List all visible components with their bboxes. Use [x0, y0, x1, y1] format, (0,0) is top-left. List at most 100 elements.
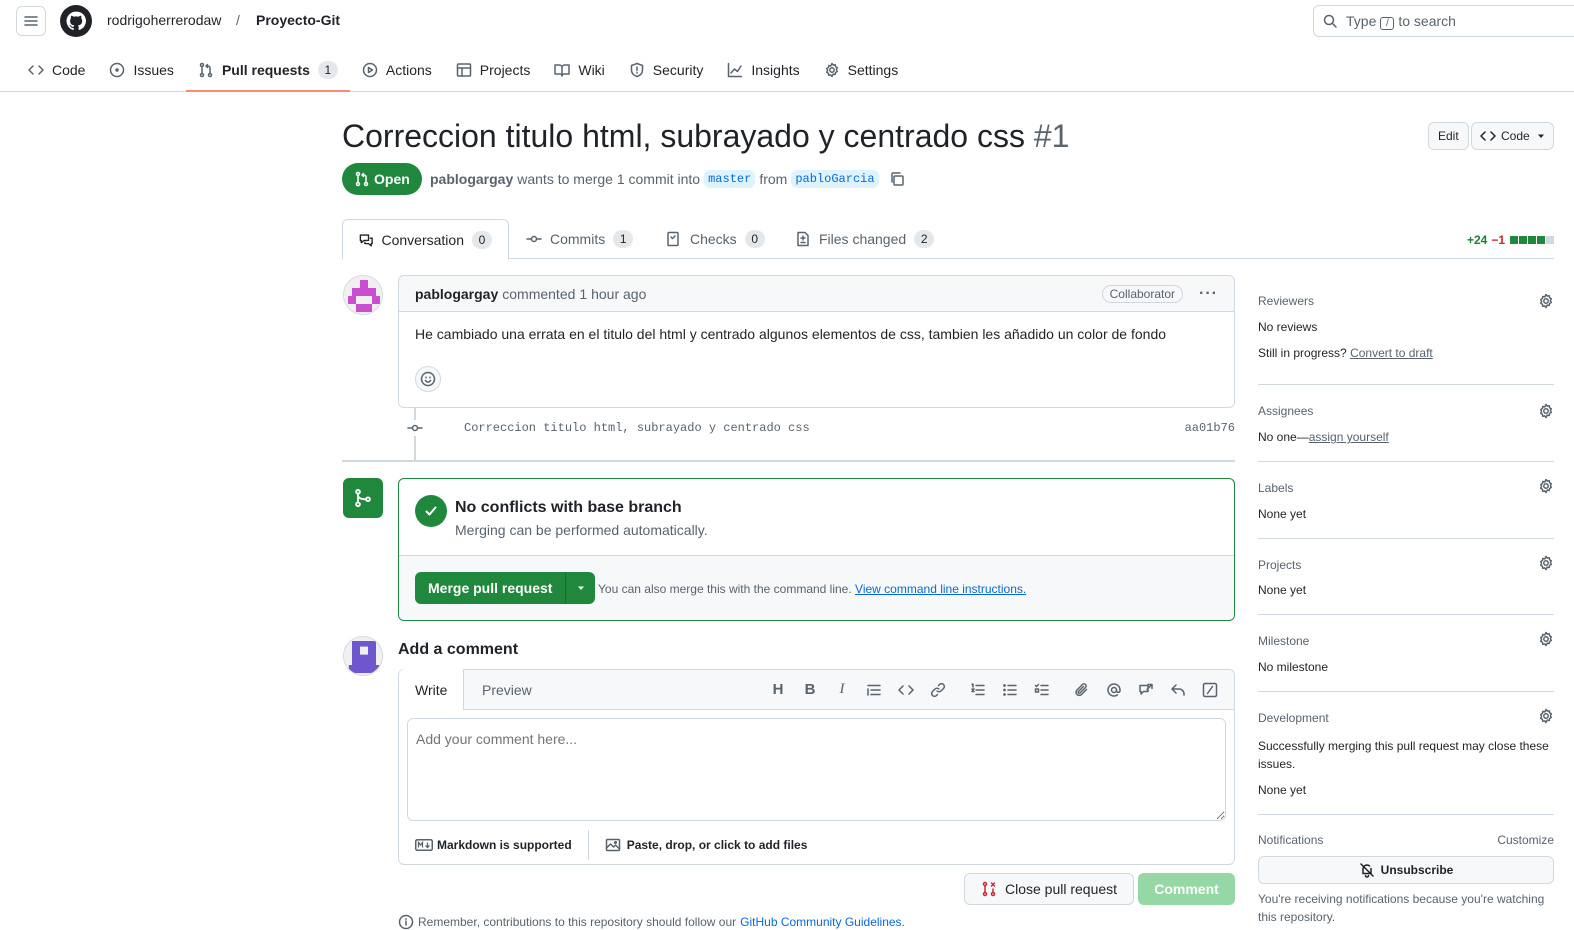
head-branch[interactable]: pabloGarcia: [791, 170, 879, 188]
merge-box: No conflicts with base branch Merging ca…: [398, 478, 1235, 621]
tab-preview[interactable]: Preview: [466, 670, 548, 710]
tab-wiki[interactable]: Wiki: [542, 53, 616, 87]
tab-conversation[interactable]: Conversation 0: [342, 219, 509, 260]
gear-icon[interactable]: [1538, 708, 1554, 724]
assignees-title[interactable]: Assignees: [1258, 404, 1313, 418]
kebab-menu-icon[interactable]: ···: [1199, 285, 1218, 303]
play-icon: [362, 62, 378, 78]
repo-name-link[interactable]: Proyecto-Git: [256, 12, 340, 28]
code-icon[interactable]: [890, 682, 922, 698]
ordered-list-icon[interactable]: [962, 682, 994, 698]
copy-icon[interactable]: [889, 171, 905, 187]
conversation-count: 0: [472, 230, 492, 249]
code-dropdown-button[interactable]: Code: [1471, 122, 1554, 150]
tab-security[interactable]: Security: [617, 53, 716, 87]
commit-sha-link[interactable]: aa01b76: [1185, 421, 1235, 435]
gear-icon[interactable]: [1538, 403, 1554, 419]
merge-options-button[interactable]: [566, 572, 595, 604]
search-placeholder: Type / to search: [1346, 12, 1456, 30]
close-pull-request-button[interactable]: Close pull request: [964, 873, 1134, 905]
diffstat: +24 −1: [1467, 233, 1554, 247]
tab-insights[interactable]: Insights: [715, 53, 811, 87]
repo-owner-link[interactable]: rodrigoherrerodaw: [107, 12, 221, 28]
paperclip-icon[interactable]: [1066, 682, 1098, 698]
tab-projects[interactable]: Projects: [444, 53, 543, 87]
comment-author-link[interactable]: pablogargay: [415, 286, 498, 302]
add-reaction-button[interactable]: [415, 366, 441, 392]
check-circle-icon: [415, 495, 447, 527]
labels-title[interactable]: Labels: [1258, 481, 1293, 495]
pr-meta: pablogargay wants to merge 1 commit into…: [430, 170, 905, 188]
tab-settings[interactable]: Settings: [812, 53, 911, 87]
unsubscribe-label: Unsubscribe: [1380, 863, 1454, 877]
italic-icon[interactable]: I: [826, 681, 858, 698]
markdown-note: Markdown is supported: [437, 838, 572, 852]
merge-pull-request-button[interactable]: Merge pull request: [415, 572, 567, 604]
author-avatar[interactable]: [343, 275, 383, 315]
customize-notifications-link[interactable]: Customize: [1497, 833, 1554, 847]
tab-issues[interactable]: Issues: [97, 53, 185, 87]
quote-icon[interactable]: [858, 682, 890, 698]
tab-commits[interactable]: Commits 1: [510, 219, 649, 259]
repo-nav: Code Issues Pull requests 1 Actions Proj…: [16, 52, 910, 92]
cross-reference-icon[interactable]: [1130, 682, 1162, 698]
tab-checks[interactable]: Checks 0: [650, 219, 781, 259]
menu-button[interactable]: [16, 6, 46, 36]
image-icon: [605, 838, 620, 852]
current-user-avatar[interactable]: [343, 636, 383, 676]
convert-to-draft-link[interactable]: Convert to draft: [1350, 346, 1433, 360]
heading-icon[interactable]: H: [762, 681, 794, 698]
merge-status: No conflicts with base branch Merging ca…: [399, 479, 1234, 556]
tab-write[interactable]: Write: [399, 669, 465, 710]
pr-number: #1: [1033, 118, 1070, 154]
merge-subtext: Merging can be performed automatically.: [455, 522, 708, 538]
table-icon: [456, 63, 472, 77]
gear-icon[interactable]: [1538, 478, 1554, 494]
base-branch[interactable]: master: [704, 170, 756, 188]
commit-message-link[interactable]: Correccion titulo html, subrayado y cent…: [464, 421, 810, 435]
projects-title[interactable]: Projects: [1258, 558, 1301, 572]
pr-state-badge: Open: [342, 163, 422, 195]
search-input[interactable]: Type / to search: [1313, 5, 1574, 37]
attach-files-button[interactable]: Paste, drop, or click to add files: [605, 837, 807, 853]
gear-icon[interactable]: [1538, 293, 1554, 309]
milestone-title[interactable]: Milestone: [1258, 634, 1309, 648]
gear-icon[interactable]: [1538, 555, 1554, 571]
comment-submit-button[interactable]: Comment: [1138, 873, 1235, 905]
community-guidelines-link[interactable]: GitHub Community Guidelines.: [740, 915, 905, 929]
repo-header: rodrigoherrerodaw / Proyecto-Git Type / to…: [0, 0, 1574, 92]
comment-body: He cambiado una errata en el titulo del …: [415, 326, 1167, 342]
unordered-list-icon[interactable]: [994, 682, 1026, 698]
tab-actions[interactable]: Actions: [350, 53, 444, 87]
pr-author-link[interactable]: pablogargay: [430, 171, 513, 187]
tab-files-changed[interactable]: Files changed 2: [779, 219, 950, 259]
pull-request-icon: [199, 62, 213, 78]
mention-icon[interactable]: [1098, 682, 1130, 698]
bold-icon[interactable]: B: [794, 681, 826, 698]
gear-icon[interactable]: [1538, 631, 1554, 647]
assign-yourself-link[interactable]: assign yourself: [1309, 430, 1389, 444]
task-list-icon[interactable]: [1026, 682, 1058, 698]
command-line-instructions-link[interactable]: View command line instructions.: [855, 582, 1026, 596]
notifications-note: You're receiving notifications because y…: [1258, 892, 1545, 924]
github-logo-icon[interactable]: [60, 5, 92, 37]
link-icon[interactable]: [922, 682, 954, 698]
markdown-supported-link[interactable]: Markdown is supported: [415, 838, 572, 852]
tab-code[interactable]: Code: [16, 53, 97, 87]
saved-reply-icon[interactable]: [1162, 682, 1194, 698]
comment-action: commented: [502, 285, 576, 302]
reviewers-title[interactable]: Reviewers: [1258, 294, 1314, 308]
edit-title-button[interactable]: Edit: [1428, 122, 1469, 150]
development-title[interactable]: Development: [1258, 711, 1329, 725]
unsubscribe-button[interactable]: Unsubscribe: [1258, 856, 1554, 884]
tab-commits-label: Commits: [550, 231, 606, 247]
search-shortcut-key: /: [1380, 16, 1395, 30]
search-icon: [1323, 14, 1337, 28]
close-pull-request-label: Close pull request: [1004, 881, 1118, 897]
comment-timestamp[interactable]: 1 hour ago: [579, 286, 646, 302]
git-commit-icon: [407, 424, 423, 432]
tab-pull-requests[interactable]: Pull requests 1: [185, 53, 350, 92]
comment-textarea[interactable]: [407, 718, 1226, 821]
slash-commands-icon[interactable]: [1194, 682, 1226, 698]
caret-down-icon: [1538, 134, 1544, 138]
